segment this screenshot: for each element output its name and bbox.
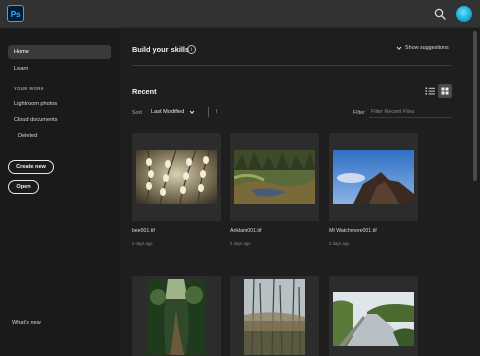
file-thumbnail (244, 279, 305, 355)
photoshop-logo[interactable]: Ps (7, 5, 24, 22)
file-name[interactable]: Anklam001.tif (230, 228, 261, 234)
show-suggestions-label: Show suggestions (405, 45, 449, 51)
file-card[interactable] (132, 133, 221, 221)
file-name[interactable]: bee001.tif (132, 228, 155, 234)
sort-value: Last Modified (151, 109, 185, 115)
sort-dropdown[interactable]: Last Modified (151, 109, 195, 115)
main-content: Build your skills i Show suggestions Rec… (120, 29, 472, 356)
open-button[interactable]: Open (8, 180, 39, 194)
file-card[interactable] (132, 276, 221, 356)
sort-direction-arrow-icon[interactable]: ↑ (215, 108, 218, 115)
show-suggestions-toggle[interactable]: Show suggestions (396, 45, 449, 51)
create-new-button[interactable]: Create new (8, 160, 54, 174)
top-bar: Ps (0, 0, 480, 28)
grid-view-icon (441, 87, 449, 95)
section-divider (132, 65, 451, 66)
file-date: 2 days ago (329, 241, 350, 246)
file-name[interactable]: Mt Watchmore001.tif (329, 228, 377, 234)
sort-label: Sort (132, 110, 142, 116)
chevron-down-icon (189, 110, 195, 114)
build-skills-title: Build your skills (132, 45, 190, 54)
file-card[interactable] (230, 276, 319, 356)
file-date: 2 days ago (230, 241, 251, 246)
file-card[interactable] (329, 276, 418, 356)
chevron-down-icon (396, 46, 402, 50)
file-card[interactable] (230, 133, 319, 221)
filter-label: Filter (353, 110, 365, 116)
list-view-icon[interactable] (424, 85, 436, 97)
sidebar: Home Learn YOUR WORK Lightroom photos Cl… (0, 29, 120, 356)
user-avatar[interactable] (456, 6, 472, 22)
file-thumbnail (136, 150, 217, 204)
sidebar-item-home[interactable]: Home (8, 45, 111, 59)
grid-view-button[interactable] (438, 84, 452, 98)
sort-separator (208, 107, 209, 117)
whats-new-link[interactable]: What's new (12, 320, 41, 326)
file-thumbnail (333, 150, 414, 204)
sidebar-item-learn[interactable]: Learn (14, 66, 28, 72)
search-icon[interactable] (434, 8, 446, 20)
file-thumbnail (148, 279, 205, 355)
scrollbar[interactable] (473, 29, 478, 356)
file-thumbnail (333, 292, 414, 346)
sidebar-section-heading: YOUR WORK (14, 86, 45, 91)
file-card[interactable] (329, 133, 418, 221)
filter-input[interactable] (369, 106, 452, 118)
recent-title: Recent (132, 87, 157, 96)
sidebar-item-lightroom-photos[interactable]: Lightroom photos (14, 101, 57, 107)
scrollbar-thumb[interactable] (473, 31, 477, 181)
file-date: 2 days ago (132, 241, 153, 246)
sidebar-item-deleted[interactable]: Deleted (18, 133, 37, 139)
info-icon[interactable]: i (187, 45, 196, 54)
file-thumbnail (234, 150, 315, 204)
sidebar-item-cloud-documents[interactable]: Cloud documents (14, 117, 58, 123)
